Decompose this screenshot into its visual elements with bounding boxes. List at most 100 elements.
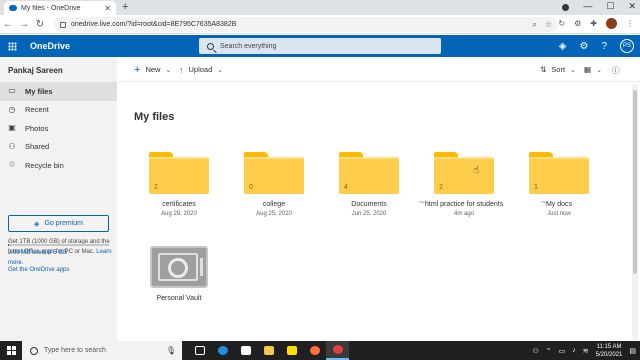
close-window-icon[interactable]: ✕ <box>628 1 636 12</box>
folder-tile[interactable]: 2 certificates Aug 29, 2020 <box>140 152 218 217</box>
new-button[interactable]: + New ⌄ <box>134 64 172 75</box>
item-count: 4 <box>344 184 348 191</box>
sidebar-item-recycle-bin[interactable]: ♲ Recycle bin <box>0 156 117 175</box>
extensions-puzzle-icon[interactable]: ✚ <box>590 19 597 28</box>
go-premium-button[interactable]: ◈ Go premium <box>8 215 109 232</box>
chevron-down-icon: ⌄ <box>596 66 602 74</box>
sidebar-item-my-files[interactable]: ▭ My files <box>0 82 117 101</box>
folder-tile[interactable]: 2 html practice for students 4m ago <box>425 152 503 217</box>
trash-icon: ♲ <box>8 160 16 170</box>
sort-label: Sort <box>551 65 566 74</box>
system-clock[interactable]: 11:15 AM 5/20/2021 <box>596 343 623 359</box>
zoom-icon[interactable]: ⌕ <box>532 20 536 30</box>
account-avatar[interactable]: PS <box>620 39 634 53</box>
forward-icon[interactable]: → <box>16 19 32 30</box>
browser-profile-avatar[interactable] <box>606 18 617 29</box>
folder-icon: ▭ <box>8 86 16 96</box>
help-icon[interactable]: ? <box>601 41 607 52</box>
minimize-icon[interactable]: — <box>583 1 592 12</box>
folder-tile[interactable]: 0 college Aug 25, 2020 <box>235 152 313 217</box>
search-box[interactable]: Search everything <box>199 38 441 54</box>
chrome-app[interactable] <box>326 341 349 360</box>
sidebar-item-recent[interactable]: ◷ Recent <box>0 101 117 120</box>
sidebar-item-photos[interactable]: ▣ Photos <box>0 119 117 138</box>
search-icon <box>207 42 214 50</box>
task-view-button[interactable] <box>188 341 211 360</box>
new-label: New <box>145 65 161 74</box>
folder-name[interactable]: My docs <box>520 201 598 208</box>
upload-label: Upload <box>188 65 213 74</box>
close-tab-icon[interactable]: ✕ <box>104 4 111 13</box>
upload-icon: ↑ <box>179 64 184 75</box>
view-options-button[interactable]: ▦ ⌄ <box>584 65 602 74</box>
vertical-scrollbar[interactable] <box>632 84 638 340</box>
upload-button[interactable]: ↑ Upload ⌄ <box>179 65 223 74</box>
app-launcher-button[interactable] <box>0 35 24 57</box>
notifications-icon[interactable]: ▤ <box>629 347 636 355</box>
maximize-icon[interactable]: ☐ <box>606 1 614 12</box>
sort-button[interactable]: ⇅ Sort ⌄ <box>540 65 576 74</box>
vault-safe-icon <box>150 246 208 288</box>
record-icon[interactable] <box>562 4 570 11</box>
windows-taskbar: Type here to search 🎙 ⚇ ⌃ ▭ ♪ ≋ 11:15 AM… <box>0 341 640 360</box>
sidebar-item-shared[interactable]: ⚇ Shared <box>0 138 117 157</box>
browser-menu-icon[interactable]: ⋮ <box>626 19 634 28</box>
chevron-down-icon: ⌄ <box>217 66 224 74</box>
clock-date: 5/20/2021 <box>595 351 623 358</box>
store-app[interactable] <box>234 341 257 360</box>
folder-date: Aug 25, 2020 <box>256 211 292 217</box>
storage-meter-fill <box>8 244 9 246</box>
chevron-down-icon: ⌄ <box>165 66 172 74</box>
folder-name[interactable]: certificates <box>140 201 218 208</box>
window-controls: — ☐ ✕ <box>562 1 636 12</box>
vault-name[interactable]: Personal Vault <box>140 295 218 302</box>
browser-toolbar: ← → ↻ onedrive.live.com/?id=root&cid=8E7… <box>0 15 640 34</box>
edge-app[interactable] <box>211 341 234 360</box>
new-tab-icon[interactable]: + <box>122 1 128 13</box>
lock-icon[interactable] <box>60 21 66 28</box>
taskbar-search[interactable]: Type here to search 🎙 <box>22 341 182 360</box>
app-name[interactable]: OneDrive <box>30 41 70 51</box>
volume-icon[interactable]: ♪ <box>572 347 576 354</box>
folder-name[interactable]: college <box>235 201 313 208</box>
premium-diamond-icon[interactable]: ◈ <box>559 41 567 52</box>
sticky-notes-app[interactable] <box>280 341 303 360</box>
sidebar-item-label: Recycle bin <box>25 160 64 170</box>
url-text[interactable]: onedrive.live.com/?id=root&cid=8E795C763… <box>71 21 532 28</box>
storage-meter <box>8 244 109 246</box>
show-hidden-icons-icon[interactable]: ⌃ <box>546 347 552 355</box>
battery-icon[interactable]: ▭ <box>559 347 566 355</box>
scrollbar-thumb[interactable] <box>633 90 637 274</box>
reload-icon[interactable]: ↻ <box>32 19 48 30</box>
get-apps-link[interactable]: Get the OneDrive apps <box>8 267 69 273</box>
settings-icon[interactable]: ⚙ <box>579 41 588 52</box>
folder-name[interactable]: html practice for students <box>425 201 503 208</box>
settings-gear-icon[interactable]: ⚙ <box>574 19 581 28</box>
personal-vault-tile[interactable]: Personal Vault <box>140 246 218 302</box>
firefox-app[interactable] <box>303 341 326 360</box>
browser-tab[interactable]: My files - OneDrive ✕ <box>4 1 116 15</box>
bookmark-star-icon[interactable]: ☆ <box>545 20 552 30</box>
nav-list: ▭ My files ◷ Recent ▣ Photos ⚇ Shared ♲ … <box>0 82 117 175</box>
sync-icon[interactable]: ↻ <box>558 19 565 28</box>
system-tray: ⚇ ⌃ ▭ ♪ ≋ 11:15 AM 5/20/2021 ▤ <box>533 341 636 360</box>
folder-tile[interactable]: 1 My docs Just now <box>520 152 598 217</box>
address-bar[interactable]: onedrive.live.com/?id=root&cid=8E795C763… <box>54 17 558 32</box>
folder-name[interactable]: Documents <box>330 201 408 208</box>
info-pane-button[interactable]: ⓘ <box>612 65 620 76</box>
microphone-icon[interactable]: 🎙 <box>166 346 176 355</box>
item-count: 2 <box>439 184 443 191</box>
start-button[interactable] <box>0 341 22 360</box>
file-explorer-app[interactable] <box>257 341 280 360</box>
sidebar-item-label: Photos <box>25 123 49 133</box>
info-icon: ⓘ <box>612 66 620 75</box>
sort-icon: ⇅ <box>540 65 547 74</box>
back-icon[interactable]: ← <box>0 19 16 30</box>
diamond-icon: ◈ <box>34 220 40 228</box>
go-premium-label: Go premium <box>44 220 83 227</box>
wifi-icon[interactable]: ≋ <box>583 347 589 355</box>
people-icon[interactable]: ⚇ <box>533 347 539 355</box>
storage-usage-link[interactable]: 2.09 MB used of 5 GB <box>8 250 67 256</box>
folder-tile[interactable]: 4 Documents Jun 25, 2020 <box>330 152 408 217</box>
cortana-circle-icon <box>30 346 38 355</box>
